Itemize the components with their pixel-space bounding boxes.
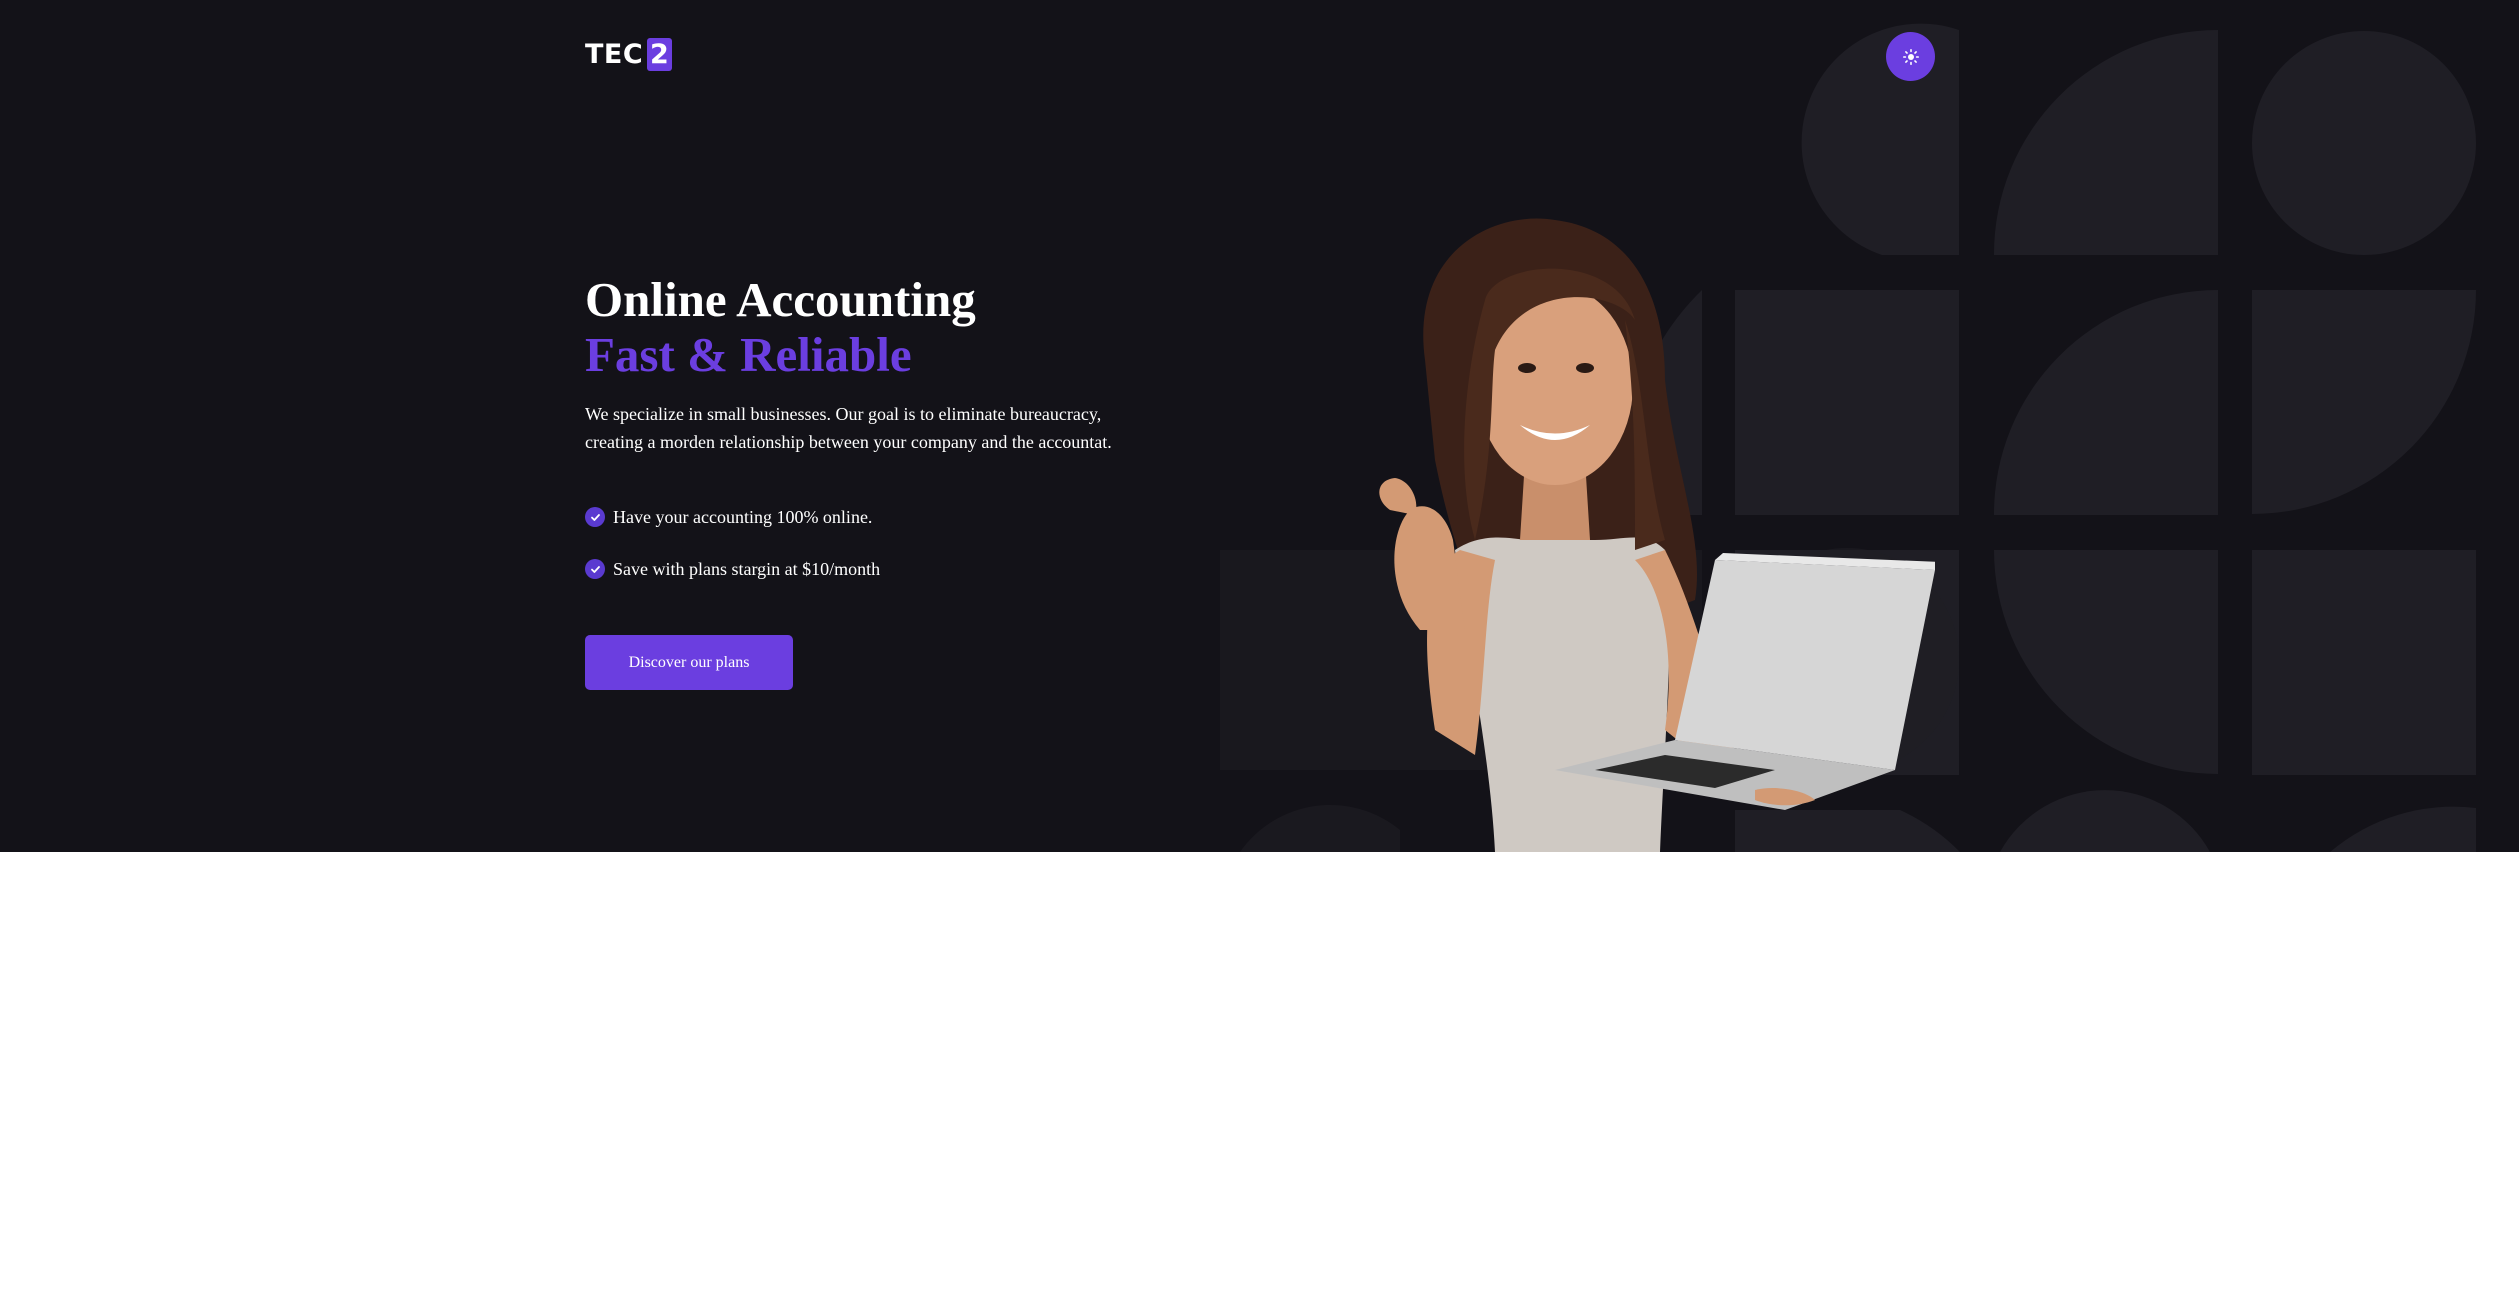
feature-text: Have your accounting 100% online. — [613, 506, 873, 527]
feature-list: Have your accounting 100% online. Save w… — [585, 504, 1145, 582]
hero-image — [1379, 218, 1935, 852]
theme-toggle-button[interactable] — [1886, 32, 1935, 81]
feature-text: Save with plans stargin at $10/month — [613, 558, 881, 579]
logo[interactable]: TEC 2 — [585, 38, 673, 71]
hero-description: We specialize in small businesses. Our g… — [585, 404, 1112, 452]
hero-title-line2: Fast & Reliable — [585, 327, 912, 382]
hero-title: Online Accounting Fast & Reliable — [585, 272, 1145, 382]
sun-icon — [1902, 48, 1919, 65]
discover-plans-button[interactable]: Discover our plans — [585, 635, 793, 690]
check-icon — [585, 559, 605, 579]
logo-text: TEC — [585, 39, 644, 70]
check-icon — [585, 507, 605, 527]
hero-title-line1: Online Accounting — [585, 272, 976, 327]
logo-badge: 2 — [647, 38, 673, 71]
feature-item: Save with plans stargin at $10/month — [585, 556, 1145, 582]
hero-content: Online Accounting Fast & Reliable We spe… — [585, 272, 1145, 608]
feature-item: Have your accounting 100% online. — [585, 504, 1145, 530]
hero-section: TEC 2 Online Accounting Fast & Reliable … — [0, 0, 2519, 852]
